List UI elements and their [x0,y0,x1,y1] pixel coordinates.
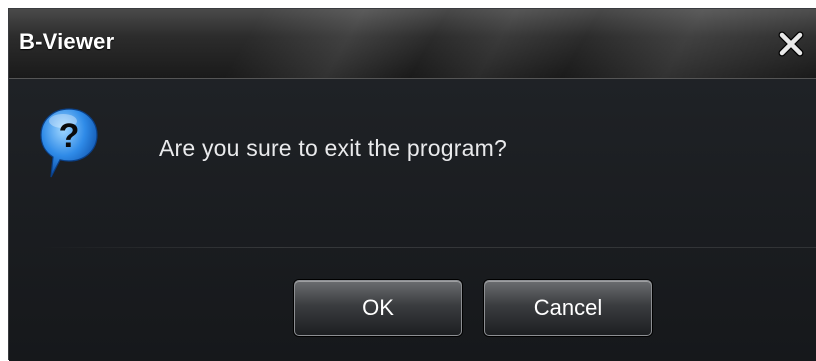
confirm-message: Are you sure to exit the program? [159,135,507,161]
close-icon[interactable] [778,31,804,57]
title-bar[interactable]: B-Viewer [9,9,816,79]
exit-confirm-dialog: B-Viewer ? Are you sure to exit the prog… [8,8,816,361]
dialog-body: ? Are you sure to exit the program? OK C… [9,79,816,361]
window-title: B-Viewer [19,29,115,54]
question-icon: ? [40,108,98,178]
ok-button[interactable]: OK [294,280,462,336]
cancel-button[interactable]: Cancel [484,280,652,336]
svg-text:?: ? [59,117,80,155]
divider [39,247,816,248]
